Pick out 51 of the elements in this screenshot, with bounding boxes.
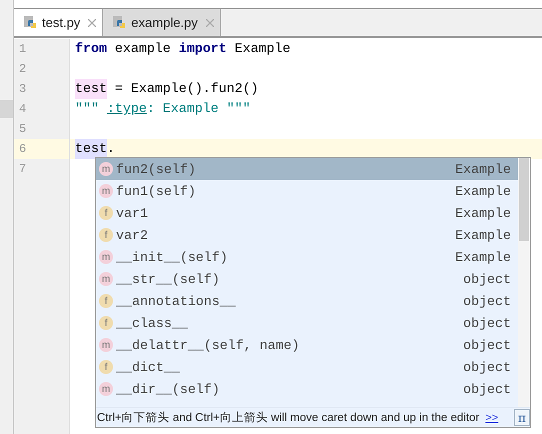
field-icon: f — [99, 206, 113, 220]
close-icon[interactable] — [206, 18, 214, 26]
completion-item[interactable]: m __str__(self) object — [96, 268, 518, 290]
completion-item[interactable]: m __dir__(self) object — [96, 378, 518, 400]
code-token: import — [178, 40, 227, 58]
field-icon: f — [99, 228, 113, 242]
scrollbar-thumb[interactable] — [519, 158, 529, 241]
pi-button[interactable]: π — [514, 409, 530, 426]
line-number: 5 — [19, 122, 26, 136]
line-number: 2 — [19, 62, 26, 76]
completion-item[interactable]: m __init__(self) Example — [96, 246, 518, 268]
code-token: = Example().fun2() — [114, 80, 259, 98]
line-number: 4 — [19, 102, 26, 116]
hint-text: Ctrl+向下箭头 and Ctrl+向上箭头 will move caret down and up in the editor — [97, 410, 480, 425]
field-icon: f — [99, 294, 113, 308]
field-icon: f — [99, 316, 113, 330]
completion-item[interactable]: f __class__ object — [96, 312, 518, 334]
method-icon: m — [99, 250, 113, 264]
editor-tab[interactable]: example.py — [103, 9, 221, 36]
code-token: example — [114, 40, 172, 58]
code-token: Example — [234, 40, 290, 58]
method-icon: m — [99, 184, 113, 198]
completion-item[interactable]: f var1 Example — [96, 202, 518, 224]
completion-item[interactable]: f __dict__ object — [96, 356, 518, 378]
code-token: """ — [75, 100, 100, 118]
code-token: test — [75, 79, 107, 99]
completion-item[interactable]: f var2 Example — [96, 224, 518, 246]
method-icon: m — [99, 162, 113, 176]
more-link[interactable]: >> — [485, 412, 498, 424]
line-number: 3 — [19, 82, 26, 96]
method-icon: m — [99, 272, 113, 286]
python-file-icon — [113, 16, 128, 30]
line-number: 6 — [19, 142, 26, 156]
code-token: : Example """ — [146, 100, 251, 118]
method-icon: m — [99, 338, 113, 352]
scrollbar[interactable] — [518, 158, 530, 407]
completion-item[interactable]: m fun2(self) Example — [96, 158, 518, 180]
field-icon: f — [99, 360, 113, 374]
line-number: 7 — [19, 162, 26, 176]
code-token: . — [106, 140, 115, 158]
completion-item[interactable]: m __delattr__(self, name) object — [96, 334, 518, 356]
completion-item[interactable]: m fun1(self) Example — [96, 180, 518, 202]
code-token: test — [75, 139, 107, 159]
method-icon: m — [99, 382, 113, 396]
close-icon[interactable] — [88, 18, 96, 26]
python-file-icon — [24, 16, 38, 30]
code-token: from — [75, 40, 107, 58]
line-number: 1 — [19, 42, 26, 56]
editor-tab[interactable]: test.py — [14, 9, 104, 36]
completion-item[interactable]: f __annotations__ object — [96, 290, 518, 312]
code-token: :type — [106, 100, 147, 118]
